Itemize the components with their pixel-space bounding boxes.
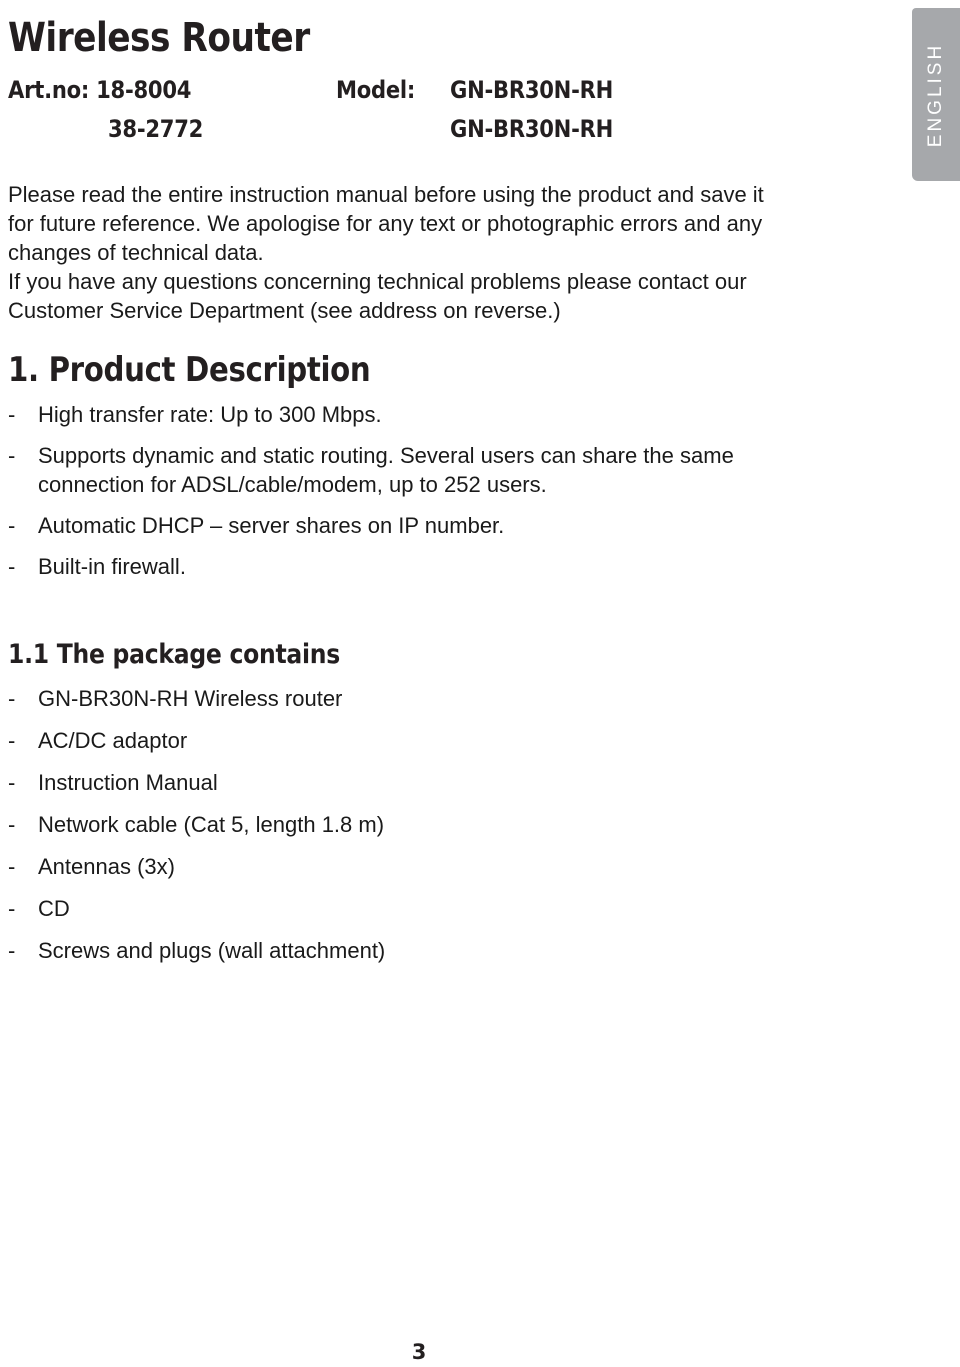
- dash-bullet-icon: -: [8, 896, 16, 921]
- dash-bullet-icon: -: [8, 513, 16, 538]
- list-item: - High transfer rate: Up to 300 Mbps.: [8, 400, 818, 429]
- dash-bullet-icon: -: [8, 402, 16, 427]
- intro-line-4: If you have any questions concerning tec…: [8, 269, 747, 294]
- dash-bullet-icon: -: [8, 812, 16, 837]
- list-item-label: GN-BR30N-RH Wireless router: [38, 686, 343, 711]
- model-value-primary: GN-BR30N-RH: [450, 76, 614, 104]
- list-item-label: Automatic DHCP – server shares on IP num…: [38, 513, 505, 538]
- list-item: - AC/DC adaptor: [8, 726, 818, 755]
- list-item: - Network cable (Cat 5, length 1.8 m): [8, 810, 818, 839]
- intro-line-3: changes of technical data.: [8, 240, 264, 265]
- list-item-label: CD: [38, 896, 70, 921]
- list-item-label: High transfer rate: Up to 300 Mbps.: [38, 402, 382, 427]
- language-tab-label: ENGLISH: [925, 42, 946, 147]
- list-item: - Automatic DHCP – server shares on IP n…: [8, 511, 818, 540]
- list-item-label: Supports dynamic and static routing. Sev…: [38, 443, 734, 497]
- dash-bullet-icon: -: [8, 554, 16, 579]
- model-label: Model:: [336, 76, 416, 104]
- dash-bullet-icon: -: [8, 686, 16, 711]
- manual-page: ENGLISH Wireless Router Art.no: 18-8004 …: [0, 0, 960, 1367]
- section-heading-product-description: 1. Product Description: [8, 350, 371, 390]
- intro-line-5: Customer Service Department (see address…: [8, 298, 561, 323]
- package-contains-list: - GN-BR30N-RH Wireless router - AC/DC ad…: [8, 684, 818, 978]
- list-item: - Built-in firewall.: [8, 552, 818, 581]
- language-tab-english: ENGLISH: [912, 8, 960, 181]
- article-number-primary: Art.no: 18-8004: [8, 76, 192, 104]
- page-number: 3: [411, 1340, 427, 1364]
- product-description-list: - High transfer rate: Up to 300 Mbps. - …: [8, 400, 818, 593]
- list-item: - Instruction Manual: [8, 768, 818, 797]
- list-item-label: AC/DC adaptor: [38, 728, 188, 753]
- list-item: - Antennas (3x): [8, 852, 818, 881]
- list-item-label: Instruction Manual: [38, 770, 218, 795]
- section-heading-package-contains: 1.1 The package contains: [8, 639, 341, 670]
- list-item: - GN-BR30N-RH Wireless router: [8, 684, 818, 713]
- model-value-secondary: GN-BR30N-RH: [450, 115, 614, 143]
- dash-bullet-icon: -: [8, 938, 16, 963]
- list-item-label: Screws and plugs (wall attachment): [38, 938, 386, 963]
- dash-bullet-icon: -: [8, 443, 16, 468]
- dash-bullet-icon: -: [8, 854, 16, 879]
- list-item: - Supports dynamic and static routing. S…: [8, 441, 818, 499]
- intro-line-2: for future reference. We apologise for a…: [8, 211, 763, 236]
- list-item-label: Built-in firewall.: [38, 554, 186, 579]
- list-item-label: Antennas (3x): [38, 854, 175, 879]
- list-item: - Screws and plugs (wall attachment): [8, 936, 818, 965]
- intro-paragraph: Please read the entire instruction manua…: [8, 180, 828, 325]
- article-number-secondary: 38-2772: [108, 115, 204, 143]
- list-item-label: Network cable (Cat 5, length 1.8 m): [38, 812, 385, 837]
- dash-bullet-icon: -: [8, 728, 16, 753]
- list-item: - CD: [8, 894, 818, 923]
- dash-bullet-icon: -: [8, 770, 16, 795]
- intro-line-1: Please read the entire instruction manua…: [8, 182, 764, 207]
- page-title: Wireless Router: [8, 15, 310, 61]
